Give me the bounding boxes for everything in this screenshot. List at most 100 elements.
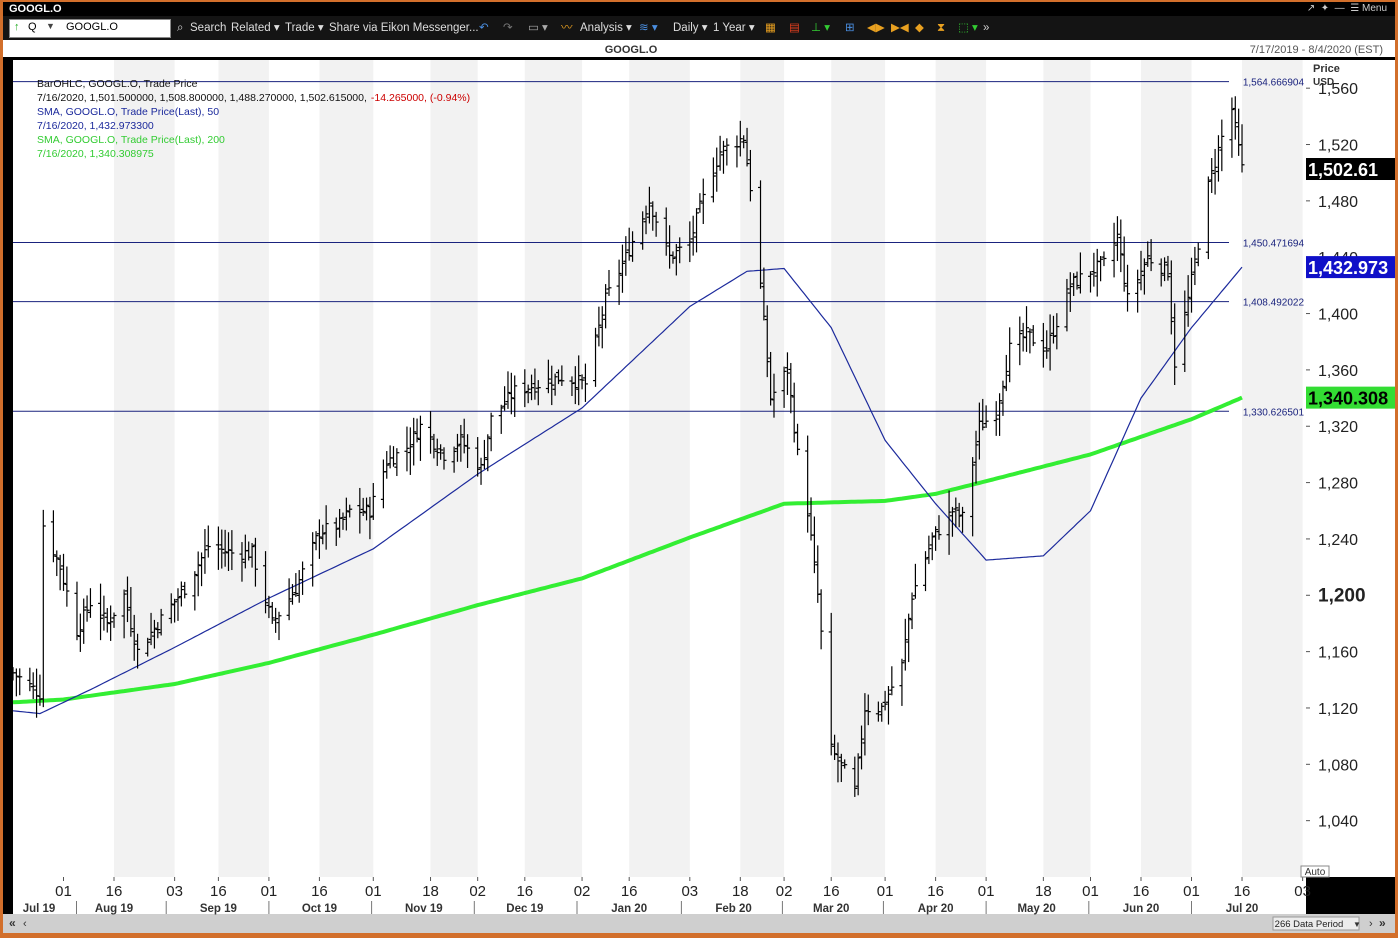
window-title: GOOGL.O — [9, 3, 62, 15]
range-dropdown[interactable]: 1 Year ▾ — [713, 20, 755, 36]
y-tick-label: 1,400 — [1318, 307, 1358, 324]
y-tick-label: 1,120 — [1318, 701, 1358, 718]
crosshair-icon[interactable]: ⊞ — [845, 20, 855, 36]
x-tick-label: 16 — [210, 883, 227, 900]
related-button[interactable]: Related ▾ — [231, 20, 280, 36]
scroll-right-icon[interactable]: › — [1369, 918, 1373, 930]
window-controls[interactable]: ↗ ✦ — ☰ Menu — [1307, 2, 1387, 16]
price-axis-title: Price — [1313, 63, 1340, 75]
wave-icon[interactable]: ≋ ▾ — [639, 20, 658, 36]
legend-ohlc-title: BarOHLC, GOOGL.O, Trade Price — [37, 78, 198, 90]
x-tick-label: 16 — [106, 883, 123, 900]
chart-panel: GOOGL.O 7/17/2019 - 8/4/2020 (EST) 1,564… — [3, 40, 1395, 933]
share-button[interactable]: Share via Eikon Messenger... — [329, 20, 479, 36]
grid-band — [218, 60, 269, 877]
x-tick-label: 03 — [166, 883, 183, 900]
interval-dropdown[interactable]: Daily ▾ — [673, 20, 708, 36]
legend-sma200-title: SMA, GOOGL.O, Trade Price(Last), 200 — [37, 134, 225, 146]
toolbar: ↑ Q ▼ GOOGL.O ⌕ Search Related ▾ Trade ▾… — [3, 16, 1395, 40]
scroll-left-icon[interactable]: ‹ — [23, 918, 27, 930]
x-month-label: Jul 19 — [23, 903, 56, 915]
y-tick-label: 1,240 — [1318, 532, 1358, 549]
ric-input-box[interactable]: ↑ Q ▼ GOOGL.O — [9, 19, 171, 38]
scroll-end-icon[interactable]: » — [1379, 916, 1386, 930]
scroll-left-right-icon[interactable]: ◀▶ — [867, 20, 885, 36]
x-month-label: Apr 20 — [918, 903, 954, 915]
reference-line-label: 1,408.492022 — [1243, 298, 1305, 309]
ric-input[interactable]: GOOGL.O — [66, 21, 118, 33]
x-tick-label: 16 — [621, 883, 638, 900]
auto-scale-label[interactable]: Auto — [1305, 867, 1326, 878]
x-tick-label: 02 — [574, 883, 591, 900]
legend-sma50-value: 7/16/2020, 1,432.973300 — [37, 120, 154, 132]
undo-icon[interactable]: ↶ — [479, 20, 489, 36]
redo-icon[interactable]: ↷ — [503, 20, 513, 36]
grid-band — [1043, 60, 1091, 877]
x-month-label: Nov 19 — [405, 903, 443, 915]
grid-band — [935, 60, 987, 877]
ric-mode[interactable]: Q — [28, 21, 37, 33]
search-icon[interactable]: ⌕ — [177, 20, 183, 36]
legend-sma50-title: SMA, GOOGL.O, Trade Price(Last), 50 — [37, 106, 219, 118]
analysis-icon[interactable]: 〰 — [561, 20, 573, 36]
price-axis-unit: USD — [1313, 77, 1334, 88]
x-tick-label: 18 — [732, 883, 749, 900]
chart-date-range: 7/17/2019 - 8/4/2020 (EST) — [1250, 44, 1383, 56]
grid-band — [1242, 60, 1303, 877]
grid-band — [319, 60, 374, 877]
legend-ohlc-values: 7/16/2020, 1,501.500000, 1,508.800000, 1… — [37, 92, 367, 104]
y-tick-label: 1,480 — [1318, 194, 1358, 211]
legend-ohlc-change: -14.265000, (-0.94%) — [371, 92, 470, 104]
x-month-label: Jan 20 — [611, 903, 647, 915]
grid-band — [740, 60, 785, 877]
title-bar: GOOGL.O ↗ ✦ — ☰ Menu — [3, 2, 1395, 16]
grid-band — [524, 60, 583, 877]
compare-icon[interactable]: ▤ — [789, 20, 800, 36]
legend-ohlc-row: 7/16/2020, 1,501.500000, 1,508.800000, 1… — [37, 92, 470, 104]
scroll-bar[interactable] — [3, 914, 1395, 933]
scroll-start-icon[interactable]: « — [9, 916, 16, 930]
grid-band — [629, 60, 690, 877]
price-axis[interactable] — [1306, 60, 1395, 877]
x-tick-label: 01 — [365, 883, 382, 900]
zoom-x-icon[interactable]: ▶◀ — [891, 20, 909, 36]
chart-svg[interactable]: GOOGL.O 7/17/2019 - 8/4/2020 (EST) 1,564… — [3, 40, 1395, 933]
select-icon[interactable]: ⬚ ▾ — [958, 20, 978, 36]
menu-button[interactable]: Menu — [1362, 3, 1387, 14]
x-tick-label: 01 — [1082, 883, 1099, 900]
x-tick-label: 02 — [469, 883, 486, 900]
chevron-down-icon[interactable]: ▼ — [46, 21, 55, 31]
trade-button[interactable]: Trade ▾ — [285, 20, 324, 36]
analysis-button[interactable]: Analysis ▾ — [580, 20, 632, 36]
grid-band — [114, 60, 175, 877]
legend-sma200-value: 7/16/2020, 1,340.308975 — [37, 148, 154, 160]
x-tick-label: 01 — [877, 883, 894, 900]
chart-symbol: GOOGL.O — [605, 44, 658, 56]
x-tick-label: 03 — [681, 883, 698, 900]
folder-icon[interactable]: ▭ ▾ — [528, 20, 548, 36]
x-month-label: Dec 19 — [506, 903, 543, 915]
x-month-label: Jul 20 — [1226, 903, 1259, 915]
more-icon[interactable]: » — [983, 20, 989, 36]
search-button[interactable]: Search — [190, 20, 226, 36]
x-tick-label: 16 — [927, 883, 944, 900]
y-tick-label: 1,080 — [1318, 757, 1358, 774]
x-tick-label: 16 — [1234, 883, 1251, 900]
scroll-up-down-icon[interactable]: ◆ — [915, 20, 924, 36]
chart-header-bg — [3, 40, 1395, 57]
period-dropdown-icon[interactable]: ▼ — [1353, 920, 1361, 929]
chart-type-icon[interactable]: ▦ — [765, 20, 776, 36]
x-month-label: Jun 20 — [1123, 903, 1159, 915]
last-value-label: 1,432.973 — [1308, 258, 1388, 278]
x-month-label: Mar 20 — [813, 903, 849, 915]
reference-line-label: 1,564.666904 — [1243, 78, 1305, 89]
draw-icon[interactable]: ⊥ ▾ — [811, 20, 830, 36]
x-month-label: Feb 20 — [715, 903, 751, 915]
y-tick-label: 1,280 — [1318, 476, 1358, 493]
x-tick-label: 03 — [1294, 883, 1311, 900]
zoom-y-icon[interactable]: ⧗ — [937, 20, 945, 36]
x-tick-label: 16 — [1133, 883, 1150, 900]
period-label[interactable]: 266 Data Period — [1275, 919, 1344, 930]
arrow-up-icon[interactable]: ↑ — [14, 21, 20, 33]
x-tick-label: 18 — [422, 883, 439, 900]
